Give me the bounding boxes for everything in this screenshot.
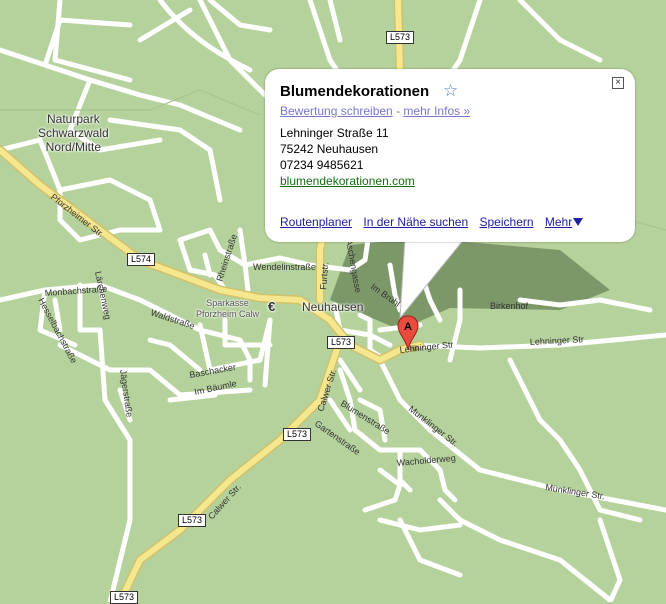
infowindow: Blumendekorationen ☆ × Bewertung schreib… [265,69,635,242]
action-links: Routenplaner In der Nähe suchen Speicher… [280,215,584,229]
more-menu-link[interactable]: Mehr [544,215,584,229]
label-wendelin: Wendelinstraße [253,262,316,272]
bank-label: Sparkasse Pforzheim Calw [196,298,260,319]
place-title: Blumendekorationen [280,83,430,100]
road-shield: L573 [386,31,415,44]
town-label: Neuhausen [302,300,364,314]
link-separator: - [396,104,401,118]
road-shield: L573 [327,336,356,349]
star-icon[interactable]: ☆ [443,81,458,101]
write-review-link[interactable]: Bewertung schreiben [280,104,393,118]
road-shield: L574 [127,253,156,266]
search-nearby-link[interactable]: In der Nähe suchen [363,215,468,229]
more-label: Mehr [544,215,573,229]
road-shield: L573 [178,514,207,527]
road-shield: L573 [283,428,312,441]
address-street: Lehninger Straße 11 [280,126,389,140]
marker-letter: A [404,321,412,333]
more-info-link[interactable]: mehr Infos » [403,104,470,118]
directions-link[interactable]: Routenplaner [280,215,352,229]
road-shield: L573 [110,591,139,604]
euro-icon: € [268,299,276,314]
website-link[interactable]: blumendekorationen.com [280,174,415,188]
label-birkenhof: Birkenhof [490,301,529,311]
dropdown-arrow-icon [573,218,584,226]
map-marker[interactable]: A [397,315,419,353]
phone-number: 07234 9485621 [280,158,364,172]
address-city: 75242 Neuhausen [280,142,379,156]
review-links: Bewertung schreiben - mehr Infos » [280,104,470,118]
close-icon[interactable]: × [612,77,624,89]
save-link[interactable]: Speichern [480,215,534,229]
area-label: Naturpark Schwarzwald Nord/Mitte [38,112,109,154]
